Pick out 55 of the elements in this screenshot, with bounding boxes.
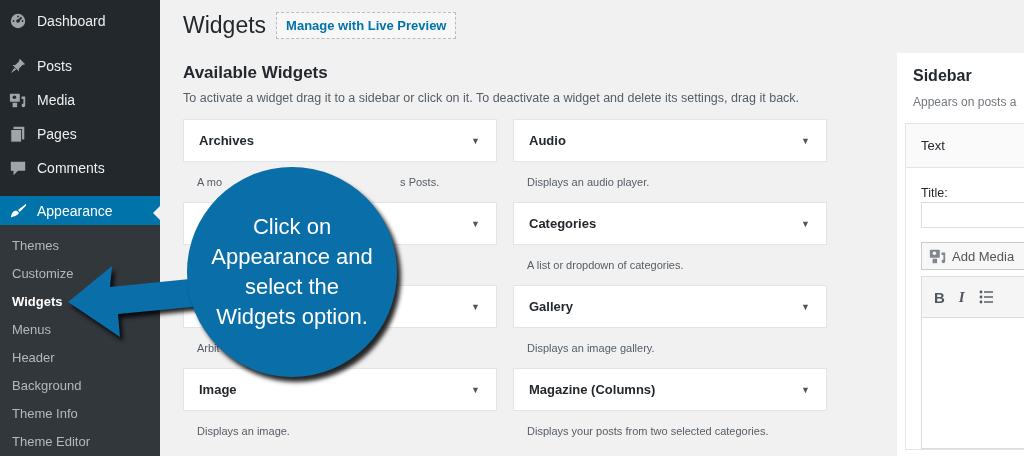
submenu-item[interactable]: Background (12, 372, 82, 400)
paintbrush-icon (9, 201, 27, 220)
widget-card[interactable]: Gallery ▼ (513, 285, 827, 328)
submenu-item[interactable]: Widgets (12, 288, 63, 316)
widget-description: Displays an image gallery. (527, 342, 655, 354)
sidebar-description: Appears on posts a (913, 95, 1018, 109)
widget-header[interactable]: Text (906, 124, 1024, 168)
title-field[interactable] (921, 202, 1024, 228)
widget-description: A list or dropdown of categories. (527, 259, 684, 271)
widget-description: Arbit (197, 342, 220, 354)
add-media-button[interactable]: Add Media (921, 242, 1024, 270)
menu-item[interactable]: Dashboard (0, 4, 160, 38)
media-icon (9, 91, 27, 109)
widget-description: Displays your posts from two selected categories. (527, 425, 769, 437)
widget-card[interactable]: Audio ▼ (513, 119, 827, 162)
widget-description: Displays an image. (197, 425, 290, 437)
widget-description: s Posts. (400, 176, 440, 188)
menu-item[interactable]: Appearance (0, 196, 160, 225)
bulleted-list-icon[interactable] (978, 290, 993, 304)
menu-item[interactable]: Media (0, 83, 160, 117)
caret-icon: ▼ (471, 301, 480, 312)
submenu-item[interactable]: Theme Info (12, 400, 78, 428)
submenu-item[interactable]: Header (12, 344, 55, 372)
page-title: Widgets (183, 12, 267, 39)
menu-item[interactable]: Pages (0, 117, 160, 151)
widget-card[interactable]: Magazine (Columns) ▼ (513, 368, 827, 411)
submenu-item[interactable]: Themes (12, 232, 59, 260)
caret-icon: ▼ (801, 384, 810, 395)
submenu-item[interactable]: Menus (12, 316, 52, 344)
menu-item[interactable]: Posts (0, 49, 160, 83)
widget-card[interactable]: Archives ▼ (183, 119, 497, 162)
menu-item[interactable]: Comments (0, 151, 160, 185)
widget-card[interactable]: Image ▼ (183, 368, 497, 411)
widget-card[interactable]: Categories ▼ (513, 202, 827, 245)
gauge-icon (9, 12, 27, 30)
widget-description: Displays an audio player. (527, 176, 650, 188)
sidebar-title: Sidebar (913, 67, 973, 85)
italic-button[interactable]: I (958, 288, 965, 306)
caret-icon: ▼ (471, 384, 480, 395)
pages-icon (9, 125, 27, 143)
speech-bubble-icon (9, 159, 27, 177)
caret-icon: ▼ (801, 135, 810, 146)
caret-icon: ▼ (801, 301, 810, 312)
bold-button[interactable]: B (934, 288, 945, 306)
live-preview-button[interactable]: Manage with Live Preview (276, 12, 457, 39)
widget-description: A mo (197, 176, 223, 188)
caret-icon: ▼ (471, 135, 480, 146)
section-heading: Available Widgets (183, 63, 329, 83)
field-label: Title: (921, 186, 948, 200)
section-description: To activate a widget drag it to a sidebar or click on it. To deactivate a widget and delete its settings, drag it back. (183, 91, 801, 105)
pin-icon (9, 57, 27, 75)
caret-icon: ▼ (801, 218, 810, 229)
submenu-item[interactable]: Theme Editor (12, 428, 91, 456)
media-icon (929, 247, 947, 265)
caret-icon: ▼ (471, 218, 480, 229)
